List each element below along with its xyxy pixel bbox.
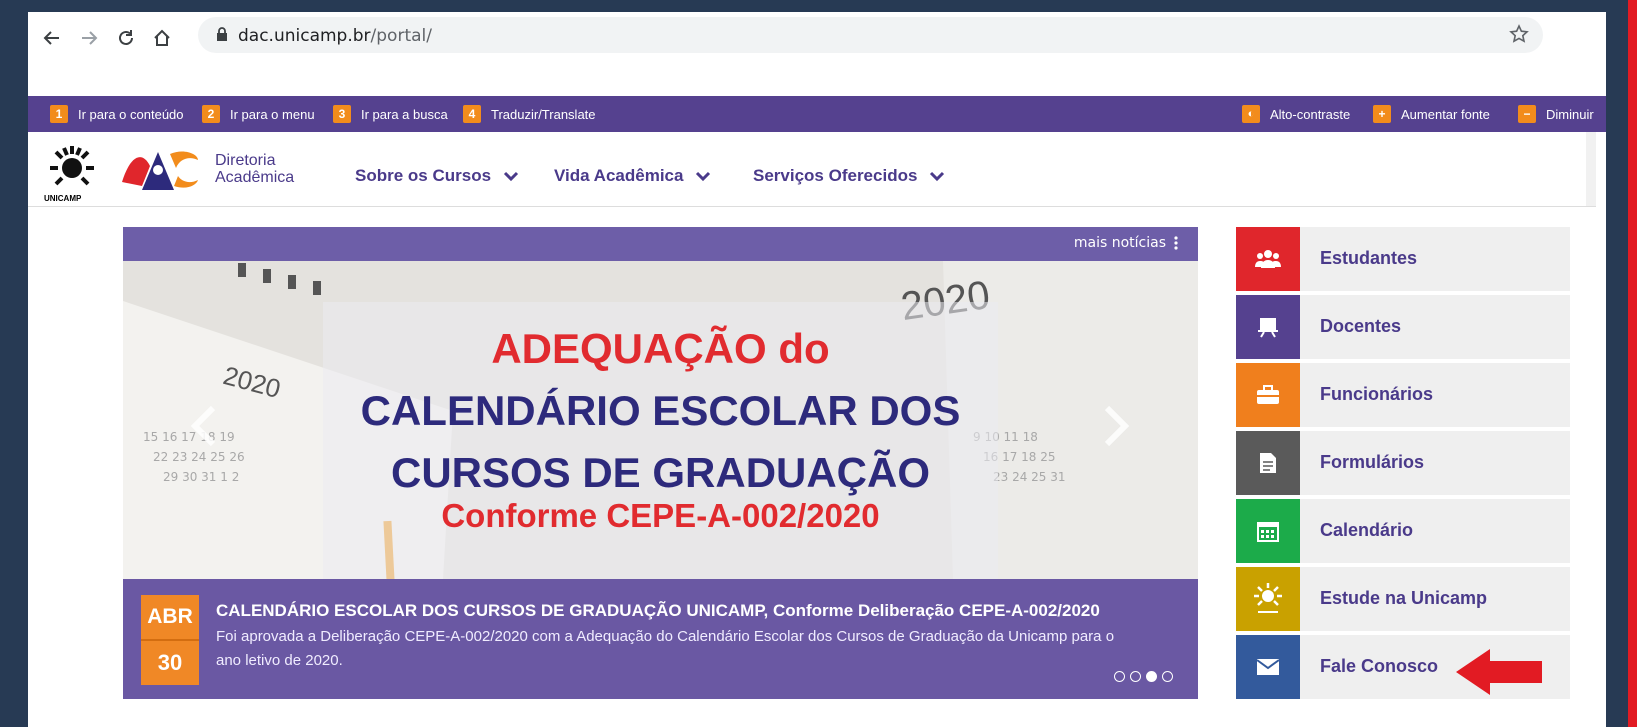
browser-toolbar: dac.unicamp.br/portal/ — [28, 12, 1606, 97]
back-button[interactable] — [36, 22, 68, 54]
slide-headline-line3: CURSOS DE GRADUAÇÃO — [390, 449, 931, 496]
briefcase-icon — [1236, 363, 1300, 427]
dac-name[interactable]: Diretoria Acadêmica — [215, 152, 294, 186]
carousel-dot[interactable] — [1114, 671, 1125, 682]
sidebar-item-label: Docentes — [1320, 316, 1402, 336]
document-icon — [1236, 431, 1300, 495]
dac-name-line1: Diretoria — [215, 152, 276, 169]
forward-button[interactable] — [73, 22, 105, 54]
carousel-dot-active[interactable] — [1146, 671, 1157, 682]
link-label: Traduzir/Translate — [491, 106, 596, 122]
plus-icon: + — [1373, 105, 1391, 123]
unicamp-logo-icon[interactable] — [42, 142, 102, 200]
red-frame-bar — [1628, 0, 1637, 727]
skip-to-menu-link[interactable]: 2 Ir para o menu — [202, 105, 315, 123]
shortcut-number: 1 — [50, 105, 68, 123]
date-month: ABR — [141, 595, 199, 641]
home-button[interactable] — [146, 22, 178, 54]
chevron-left-icon — [190, 405, 216, 447]
browser-window: dac.unicamp.br/portal/ 1 Ir para o conteú… — [28, 12, 1606, 727]
sidebar-item-label: Estudantes — [1320, 248, 1418, 268]
sidebar-item-label: Fale Conosco — [1320, 656, 1439, 676]
menu-label: Serviços Oferecidos — [753, 166, 918, 185]
annotation-arrow-icon — [1456, 649, 1542, 695]
sidebar-item-formularios[interactable]: Formulários — [1236, 431, 1570, 495]
chevron-down-icon — [930, 171, 945, 182]
shortcut-number: 3 — [333, 105, 351, 123]
more-news-link[interactable]: mais notícias — [1074, 235, 1180, 251]
users-icon — [1236, 227, 1300, 291]
shortcut-number: 4 — [463, 105, 481, 123]
slide-headline-line1: ADEQUAÇÃO do — [491, 325, 830, 372]
unicamp-logo-icon — [1236, 567, 1300, 631]
carousel-indicators — [1114, 671, 1173, 682]
link-label: Ir para a busca — [361, 106, 448, 122]
scrollbar[interactable] — [1586, 132, 1596, 206]
decrease-font-button[interactable]: − Diminuir — [1518, 105, 1594, 123]
contrast-icon: ◐ — [1242, 105, 1260, 123]
sidebar-item-funcionarios[interactable]: Funcionários — [1236, 363, 1570, 427]
arrow-right-icon — [82, 31, 98, 45]
date-badge: ABR 30 — [141, 595, 199, 685]
skip-to-content-link[interactable]: 1 Ir para o conteúdo — [50, 105, 184, 123]
arrow-left-icon — [43, 31, 59, 45]
reload-button[interactable] — [110, 22, 142, 54]
calendar-icon — [1236, 499, 1300, 563]
address-bar[interactable]: dac.unicamp.br/portal/ — [198, 17, 1543, 53]
sidebar-item-label: Formulários — [1320, 452, 1425, 472]
home-icon — [154, 29, 170, 46]
reload-icon — [119, 30, 133, 45]
high-contrast-toggle[interactable]: ◐ Alto-contraste — [1242, 105, 1350, 123]
caption-description: Foi aprovada a Deliberação CEPE-A-002/20… — [216, 628, 1115, 669]
link-label: Ir para o conteúdo — [78, 106, 184, 122]
carousel-prev-button[interactable] — [189, 402, 219, 460]
news-carousel[interactable]: mais notícias 15 16 17 18 19 22 23 24 25 … — [123, 227, 1198, 699]
more-news-label: mais notícias — [1073, 235, 1166, 251]
sidebar-item-calendario[interactable]: Calendário — [1236, 499, 1570, 563]
presentation-icon — [1236, 295, 1300, 359]
sidebar-item-label: Funcionários — [1320, 384, 1434, 404]
menu-sobre-os-cursos[interactable]: Sobre os Cursos — [355, 166, 519, 186]
shortcut-number: 2 — [202, 105, 220, 123]
site-header: UNICAMP Diretoria Acadêmica Sobre os Cur… — [28, 132, 1596, 207]
unicamp-wordmark: UNICAMP — [44, 194, 82, 203]
menu-label: Sobre os Cursos — [355, 166, 492, 185]
date-day: 30 — [157, 650, 183, 675]
link-label: Diminuir — [1546, 106, 1594, 122]
sidebar-item-label: Calendário — [1320, 520, 1414, 540]
carousel-dot[interactable] — [1130, 671, 1141, 682]
menu-servicos-oferecidos[interactable]: Serviços Oferecidos — [753, 166, 945, 186]
minus-icon: − — [1518, 105, 1536, 123]
dac-name-line2: Acadêmica — [215, 169, 295, 186]
menu-label: Vida Acadêmica — [554, 166, 684, 185]
sidebar-item-label: Estude na Unicamp — [1320, 588, 1488, 608]
sidebar-item-estudantes[interactable]: Estudantes — [1236, 227, 1570, 291]
caption-title[interactable]: CALENDÁRIO ESCOLAR DOS CURSOS DE GRADUAÇ… — [216, 601, 1176, 621]
link-label: Aumentar fonte — [1401, 106, 1490, 122]
slide-headline-line2: CALENDÁRIO ESCOLAR DOS — [360, 387, 961, 434]
link-label: Ir para o menu — [230, 106, 315, 122]
bookmark-star-icon[interactable] — [1509, 24, 1529, 44]
vertical-dots-icon — [1174, 236, 1178, 250]
carousel-next-button[interactable] — [1101, 402, 1131, 460]
accessibility-bar: 1 Ir para o conteúdo 2 Ir para o menu 3 Ir … — [28, 96, 1606, 132]
sidebar-item-estude-na-unicamp[interactable]: Estude na Unicamp — [1236, 567, 1570, 631]
url-text: dac.unicamp.br/portal/ — [238, 26, 432, 46]
carousel-dot[interactable] — [1162, 671, 1173, 682]
chevron-right-icon — [1104, 405, 1130, 447]
translate-link[interactable]: 4 Traduzir/Translate — [463, 105, 596, 123]
sidebar-item-docentes[interactable]: Docentes — [1236, 295, 1570, 359]
menu-vida-academica[interactable]: Vida Acadêmica — [554, 166, 711, 186]
envelope-icon — [1236, 635, 1300, 699]
chevron-down-icon — [503, 171, 519, 182]
increase-font-button[interactable]: + Aumentar fonte — [1373, 105, 1490, 123]
dac-logo-icon[interactable] — [120, 146, 200, 194]
slide-caption[interactable]: ABR 30 CALENDÁRIO ESCOLAR DOS CURSOS DE … — [123, 579, 1198, 699]
slide-headline-line4: Conforme CEPE-A-002/2020 — [441, 497, 880, 534]
skip-to-search-link[interactable]: 3 Ir para a busca — [333, 105, 448, 123]
carousel-topbar: mais notícias — [123, 227, 1198, 261]
lock-icon — [217, 27, 227, 41]
link-label: Alto-contraste — [1270, 106, 1351, 122]
chevron-down-icon — [696, 171, 711, 182]
